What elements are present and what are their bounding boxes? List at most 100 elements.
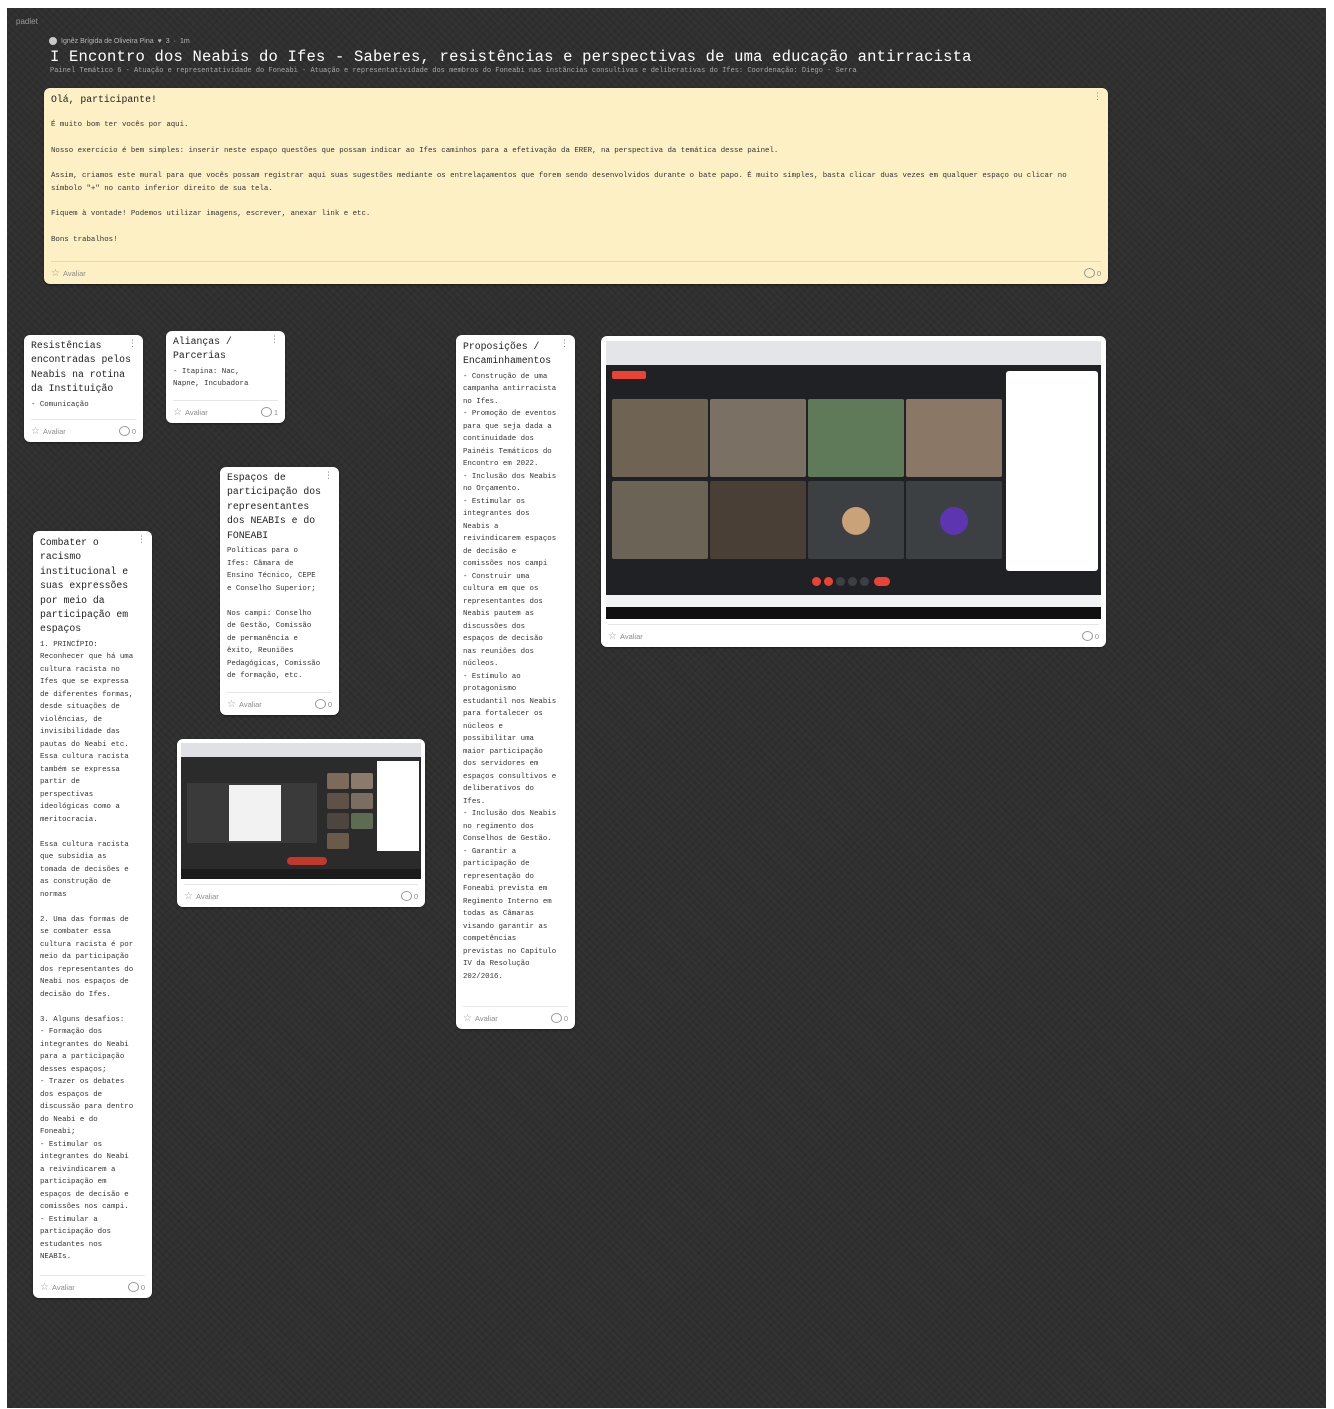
rate-button[interactable]: ☆ Avaliar: [227, 699, 262, 710]
rate-button[interactable]: ☆ Avaliar: [184, 891, 219, 902]
comment-button[interactable]: 0: [1081, 631, 1099, 641]
comment-button[interactable]: 0: [127, 1282, 145, 1292]
post-title: Espaços de participação dos representant…: [227, 472, 322, 541]
comment-button[interactable]: 0: [1083, 268, 1101, 278]
board-subtitle: Painel Temático 6 - Atuação e representa…: [50, 67, 857, 75]
author-avatar: [49, 37, 57, 45]
comment-count: 0: [1096, 268, 1101, 278]
comment-icon: [127, 1282, 139, 1292]
comment-icon: [1081, 631, 1093, 641]
rate-label: Avaliar: [62, 268, 86, 278]
dot-separator: ·: [173, 37, 177, 45]
card-footer: ☆ Avaliar 0: [184, 884, 418, 907]
welcome-paragraph: Bons trabalhos!: [51, 235, 118, 244]
comment-count: 0: [413, 891, 418, 901]
participant-tile: [351, 773, 373, 789]
participant-tile: [710, 399, 806, 477]
meeting-screenshot-image[interactable]: [606, 341, 1101, 619]
rate-label: Avaliar: [474, 1013, 498, 1023]
participant-tile: [327, 793, 349, 809]
welcome-paragraph: Assim, criamos este mural para que vocês…: [51, 172, 1067, 193]
comment-count: 0: [131, 426, 136, 436]
post-card-combater[interactable]: ⋮ Combater o racismo institucional e sua…: [33, 531, 152, 1298]
participant-tile: [327, 833, 349, 849]
card-footer: ☆ Avaliar 0: [40, 1275, 145, 1298]
board-title: I Encontro dos Neabis do Ifes - Saberes,…: [50, 48, 972, 66]
post-body: 1. PRINCÍPIO: Reconhecer que há uma cult…: [40, 640, 134, 1262]
meeting-controls: [812, 577, 896, 587]
post-title: Proposições / Encaminhamentos: [463, 341, 552, 367]
comment-button[interactable]: 0: [550, 1013, 568, 1023]
rate-button[interactable]: ☆ Avaliar: [173, 407, 208, 418]
comment-icon: [118, 426, 130, 436]
welcome-paragraph: É muito bom ter vocês por aqui.: [51, 121, 189, 129]
rate-label: Avaliar: [42, 426, 66, 436]
star-icon: ☆: [31, 425, 40, 437]
post-card-screenshot-large[interactable]: ☆ Avaliar 0: [601, 336, 1106, 647]
star-icon: ☆: [227, 698, 236, 710]
meeting-controls: [287, 857, 327, 865]
rate-label: Avaliar: [619, 631, 643, 641]
comment-count: 0: [563, 1013, 568, 1023]
recording-badge: [612, 371, 646, 379]
taskbar: [181, 869, 421, 879]
rate-label: Avaliar: [51, 1282, 75, 1292]
comment-button[interactable]: 0: [400, 891, 418, 901]
comment-icon: [260, 407, 272, 417]
padlet-board[interactable]: padlet Ignêz Brígida de Oliveira Pina ♥ …: [7, 8, 1326, 1408]
rate-button[interactable]: ☆ Avaliar: [40, 1282, 75, 1293]
download-bar: [606, 595, 1101, 607]
post-title: Alianças / Parcerias: [173, 336, 232, 362]
participant-tile: [612, 399, 708, 477]
rate-button[interactable]: ☆ Avaliar: [51, 268, 86, 279]
post-body: - Comunicação: [31, 400, 89, 409]
chat-panel: [377, 761, 419, 851]
browser-toolbar: [181, 743, 421, 757]
comment-icon: [1083, 268, 1095, 278]
star-icon: ☆: [463, 1012, 472, 1024]
post-card-aliancas[interactable]: ⋮ Alianças / Parcerias - Itapina: Nac, N…: [166, 331, 285, 423]
post-card-proposicoes[interactable]: ⋮ Proposições / Encaminhamentos - Constr…: [456, 335, 575, 1029]
rate-button[interactable]: ☆ Avaliar: [608, 631, 643, 642]
comment-button[interactable]: 0: [314, 699, 332, 709]
comment-icon: [314, 699, 326, 709]
post-card-espacos[interactable]: ⋮ Espaços de participação dos representa…: [220, 467, 339, 715]
post-card-screenshot-small[interactable]: ☆ Avaliar 0: [177, 739, 425, 907]
post-body: Políticas para o Ifes: Câmara de Ensino …: [227, 547, 321, 681]
comment-count: 0: [140, 1282, 145, 1292]
participant-tile: [351, 793, 373, 809]
comment-count: 0: [1094, 631, 1099, 641]
post-card-resistencias[interactable]: ⋮ Resistências encontradas pelos Neabis …: [24, 335, 143, 442]
comment-count: 1: [273, 407, 278, 417]
card-footer: ☆ Avaliar 0: [227, 692, 332, 715]
meeting-screenshot-image[interactable]: [181, 743, 421, 879]
card-footer: ☆ Avaliar 0: [608, 624, 1099, 647]
comment-button[interactable]: 1: [260, 407, 278, 417]
rate-label: Avaliar: [184, 407, 208, 417]
star-icon: ☆: [184, 890, 193, 902]
rate-label: Avaliar: [195, 891, 219, 901]
comment-icon: [400, 891, 412, 901]
heart-icon[interactable]: ♥: [158, 38, 162, 45]
participant-tile: [808, 399, 904, 477]
rate-button[interactable]: ☆ Avaliar: [31, 426, 66, 437]
star-icon: ☆: [608, 630, 617, 642]
participant-tile: [327, 773, 349, 789]
card-footer: ☆ Avaliar 0: [31, 419, 136, 442]
welcome-paragraph: Fiquem à vontade! Podemos utilizar image…: [51, 210, 371, 218]
welcome-card[interactable]: ⋮ Olá, participante! É muito bom ter voc…: [44, 88, 1108, 284]
chat-panel: [1006, 371, 1098, 571]
browser-toolbar: [606, 341, 1101, 365]
brand-logo[interactable]: padlet: [16, 17, 38, 26]
comment-button[interactable]: 0: [118, 426, 136, 436]
rate-button[interactable]: ☆ Avaliar: [463, 1013, 498, 1024]
comment-icon: [550, 1013, 562, 1023]
shared-document: [229, 785, 281, 841]
post-title: Combater o racismo institucional e suas …: [40, 537, 129, 635]
author-name[interactable]: Ignêz Brígida de Oliveira Pina: [61, 38, 154, 45]
card-footer: ☆ Avaliar 0: [51, 261, 1101, 284]
card-footer: ☆ Avaliar 0: [463, 1006, 568, 1029]
welcome-paragraph: Nosso exercício é bem simples: inserir n…: [51, 146, 779, 155]
welcome-heading: Olá, participante!: [51, 94, 157, 105]
taskbar: [606, 607, 1101, 619]
